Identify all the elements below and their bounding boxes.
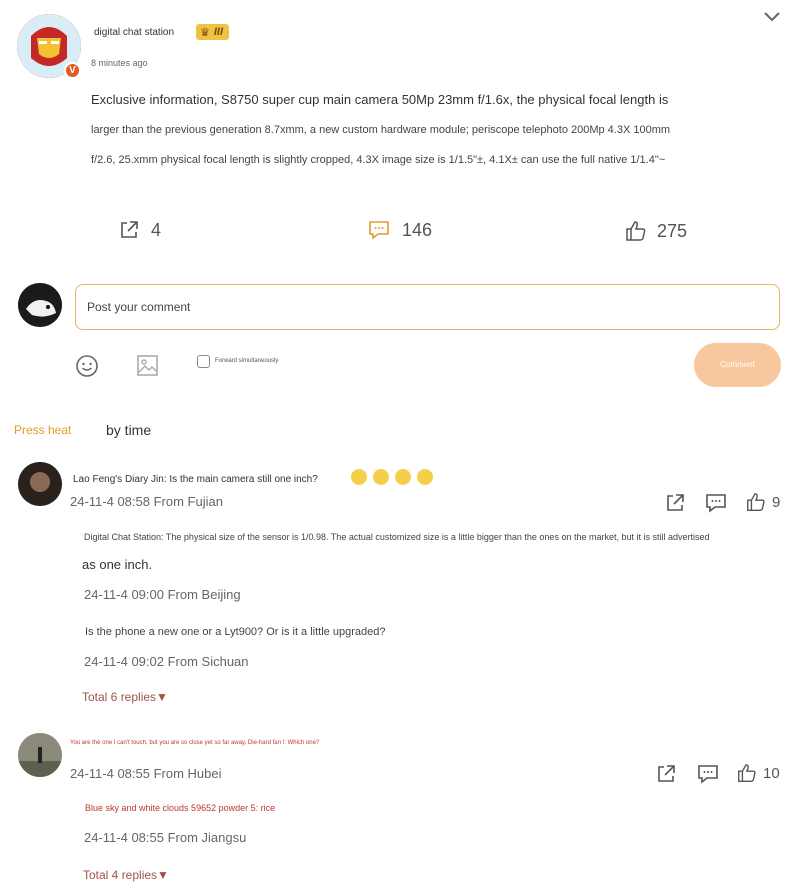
comment-1-like-button[interactable]: 9 [745, 491, 780, 513]
commenter-avatar[interactable] [18, 733, 62, 777]
comment-1-like-count: 9 [772, 493, 781, 511]
like-count: 275 [657, 220, 688, 241]
comment-1-share-icon[interactable] [664, 492, 686, 519]
reply-1-line-1: Digital Chat Station: The physical size … [84, 532, 710, 542]
thumbs-up-icon [738, 764, 756, 782]
reply-2-text: Is the phone a new one or a Lyt900? Or i… [85, 626, 386, 638]
tab-by-time[interactable]: by time [106, 422, 151, 438]
reply-1-line-2: as one inch. [82, 557, 153, 572]
thinking-emoji-icon [416, 469, 433, 485]
comment-1-total-replies[interactable]: Total 6 replies▼ [82, 690, 168, 704]
comment-2-meta: 24-11-4 08:55 From Hubei [70, 766, 222, 781]
comment-count: 146 [402, 219, 433, 240]
emoji-row [350, 469, 439, 485]
reply-2-meta: 24-11-4 09:02 From Sichuan [84, 654, 249, 669]
reply-1-author[interactable]: Digital Chat Station: [84, 532, 164, 542]
comment-input[interactable] [76, 285, 779, 329]
comment-input-box[interactable] [75, 284, 780, 330]
forward-checkbox[interactable] [197, 355, 210, 368]
reply-1-meta: 24-11-4 09:00 From Beijing [84, 587, 241, 602]
forward-checkbox-label: Forward simultaneously [215, 358, 279, 364]
post-text-line-1: Exclusive information, S8750 super cup m… [91, 92, 669, 107]
forward-count: 4 [151, 219, 162, 240]
thumbs-up-icon [747, 493, 765, 511]
verified-badge: V [64, 62, 81, 79]
reply-3-meta: 24-11-4 08:55 From Jiangsu [84, 830, 247, 845]
post-text-line-3: f/2.6, 25.xmm physical focal length is s… [91, 154, 666, 166]
comment-1-meta: 24-11-4 08:58 From Fujian [70, 494, 223, 509]
comment-icon [369, 221, 389, 240]
post-time: 8 minutes ago [91, 58, 148, 68]
comment-1-text: Is the main camera still one inch? [169, 474, 318, 485]
comment-2-like-count: 10 [763, 764, 780, 782]
thinking-emoji-icon [394, 469, 411, 485]
rank-badge: ♛ III [196, 24, 230, 40]
comment-1-author[interactable]: Lao Feng's Diary Jin: [73, 474, 167, 485]
tab-press-heat[interactable]: Press heat [14, 423, 71, 437]
crown-icon: ♛ [200, 26, 210, 39]
submit-comment-button[interactable]: Comment [694, 343, 781, 387]
thumbs-up-icon [626, 221, 646, 241]
comment-2-like-button[interactable]: 10 [736, 762, 780, 784]
share-icon [121, 221, 138, 238]
commenter-avatar[interactable] [18, 462, 62, 506]
thinking-emoji-icon [350, 469, 367, 485]
comment-button[interactable]: 146 [367, 219, 432, 241]
comment-2-reply-icon[interactable] [696, 763, 720, 790]
current-user-avatar[interactable] [18, 283, 62, 327]
forward-button[interactable]: 4 [118, 219, 161, 241]
image-icon[interactable] [135, 353, 160, 383]
comment-2-share-icon[interactable] [655, 763, 677, 790]
like-button[interactable]: 275 [624, 219, 687, 243]
comment-1-reply-icon[interactable] [704, 492, 728, 519]
reply-3-text: Blue sky and white clouds 59652 powder 5… [85, 803, 276, 813]
post-text-line-2: larger than the previous generation 8.7x… [91, 124, 671, 136]
comment-1-header: Lao Feng's Diary Jin: Is the main camera… [73, 466, 439, 485]
comment-2-author[interactable]: You are the one I can't touch, but you a… [70, 740, 319, 746]
emoji-icon[interactable] [75, 354, 99, 383]
post-username[interactable]: digital chat station [94, 27, 174, 38]
thinking-emoji-icon [372, 469, 389, 485]
chevron-down-icon[interactable] [762, 10, 782, 29]
comment-2-total-replies[interactable]: Total 4 replies▼ [83, 868, 169, 882]
